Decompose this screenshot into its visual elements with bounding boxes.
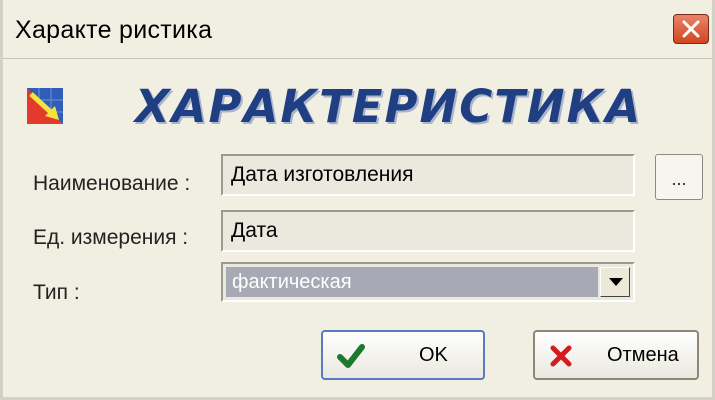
type-select[interactable]: фактическая	[221, 262, 635, 302]
cancel-button[interactable]: Отмена	[533, 330, 699, 380]
dropdown-button[interactable]	[600, 267, 630, 297]
close-button[interactable]	[673, 14, 709, 44]
cancel-x-icon	[550, 345, 572, 367]
name-label: Наименование :	[33, 172, 191, 195]
ok-button[interactable]: OK	[321, 330, 485, 380]
name-field[interactable]: Дата изготовления	[221, 154, 635, 196]
cancel-button-label: Отмена	[607, 344, 679, 366]
title-bar[interactable]: Характе ристика	[3, 0, 712, 59]
close-icon	[682, 20, 700, 38]
chevron-down-icon	[609, 278, 623, 286]
banner: ХАРАКТЕРИСТИКА	[15, 70, 640, 140]
checkmark-icon	[337, 344, 365, 368]
banner-title: ХАРАКТЕРИСТИКА	[135, 80, 643, 133]
chart-arrow-icon	[27, 88, 63, 124]
type-select-value[interactable]: фактическая	[226, 267, 598, 297]
type-label: Тип :	[33, 281, 80, 304]
unit-field[interactable]: Дата	[221, 210, 635, 252]
unit-label: Ед. измерения :	[33, 226, 189, 249]
ok-button-label: OK	[419, 344, 448, 366]
window-title: Характе ристика	[15, 16, 213, 44]
characteristic-dialog: Характе ристика ХАРАКТЕРИСТИКА Наименова…	[0, 0, 715, 400]
browse-button[interactable]: ...	[655, 154, 703, 200]
